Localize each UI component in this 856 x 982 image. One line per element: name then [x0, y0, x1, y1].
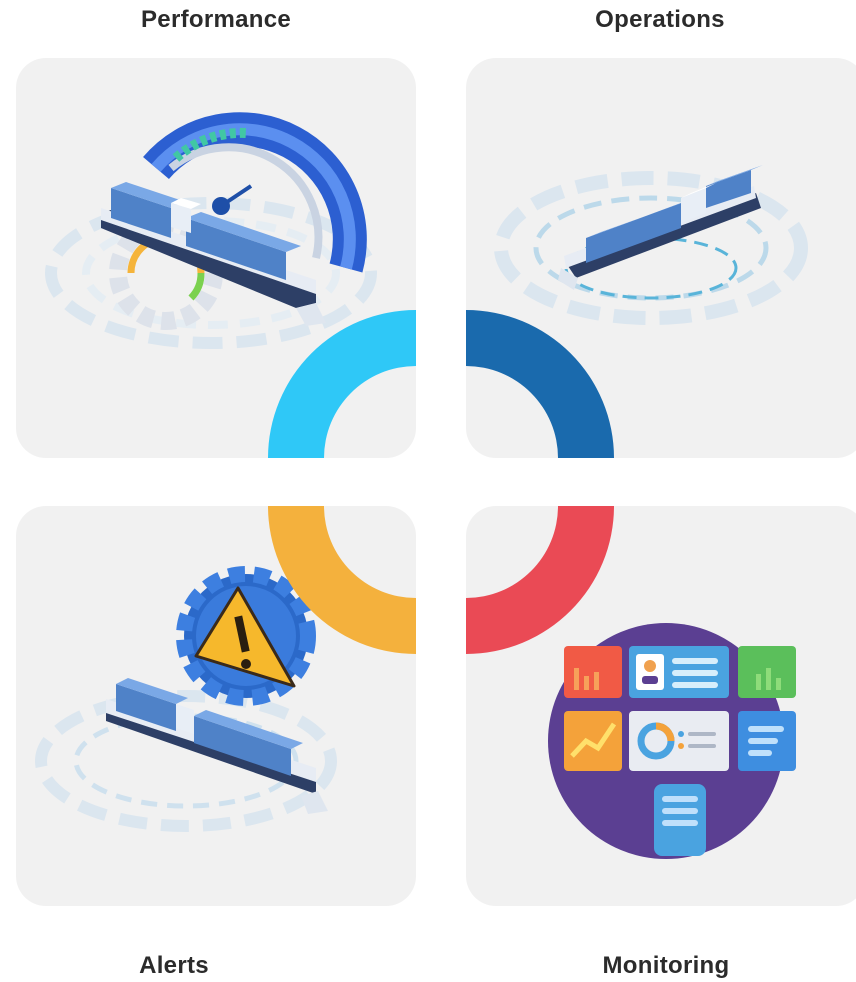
monitoring-card[interactable] [466, 506, 856, 906]
alerts-card[interactable] [16, 506, 416, 906]
monitoring-dashboard-icon [548, 623, 796, 859]
alerts-title: Alerts [139, 952, 209, 979]
ship-warning-gear-icon [35, 566, 337, 832]
operations-card[interactable] [466, 58, 856, 458]
monitoring-title: Monitoring [602, 952, 730, 979]
performance-title: Performance [140, 6, 292, 33]
performance-card[interactable] [16, 58, 416, 458]
ship-speedometer-icon [45, 112, 377, 349]
ship-operations-icon [494, 165, 808, 325]
operations-title: Operations [595, 6, 725, 33]
